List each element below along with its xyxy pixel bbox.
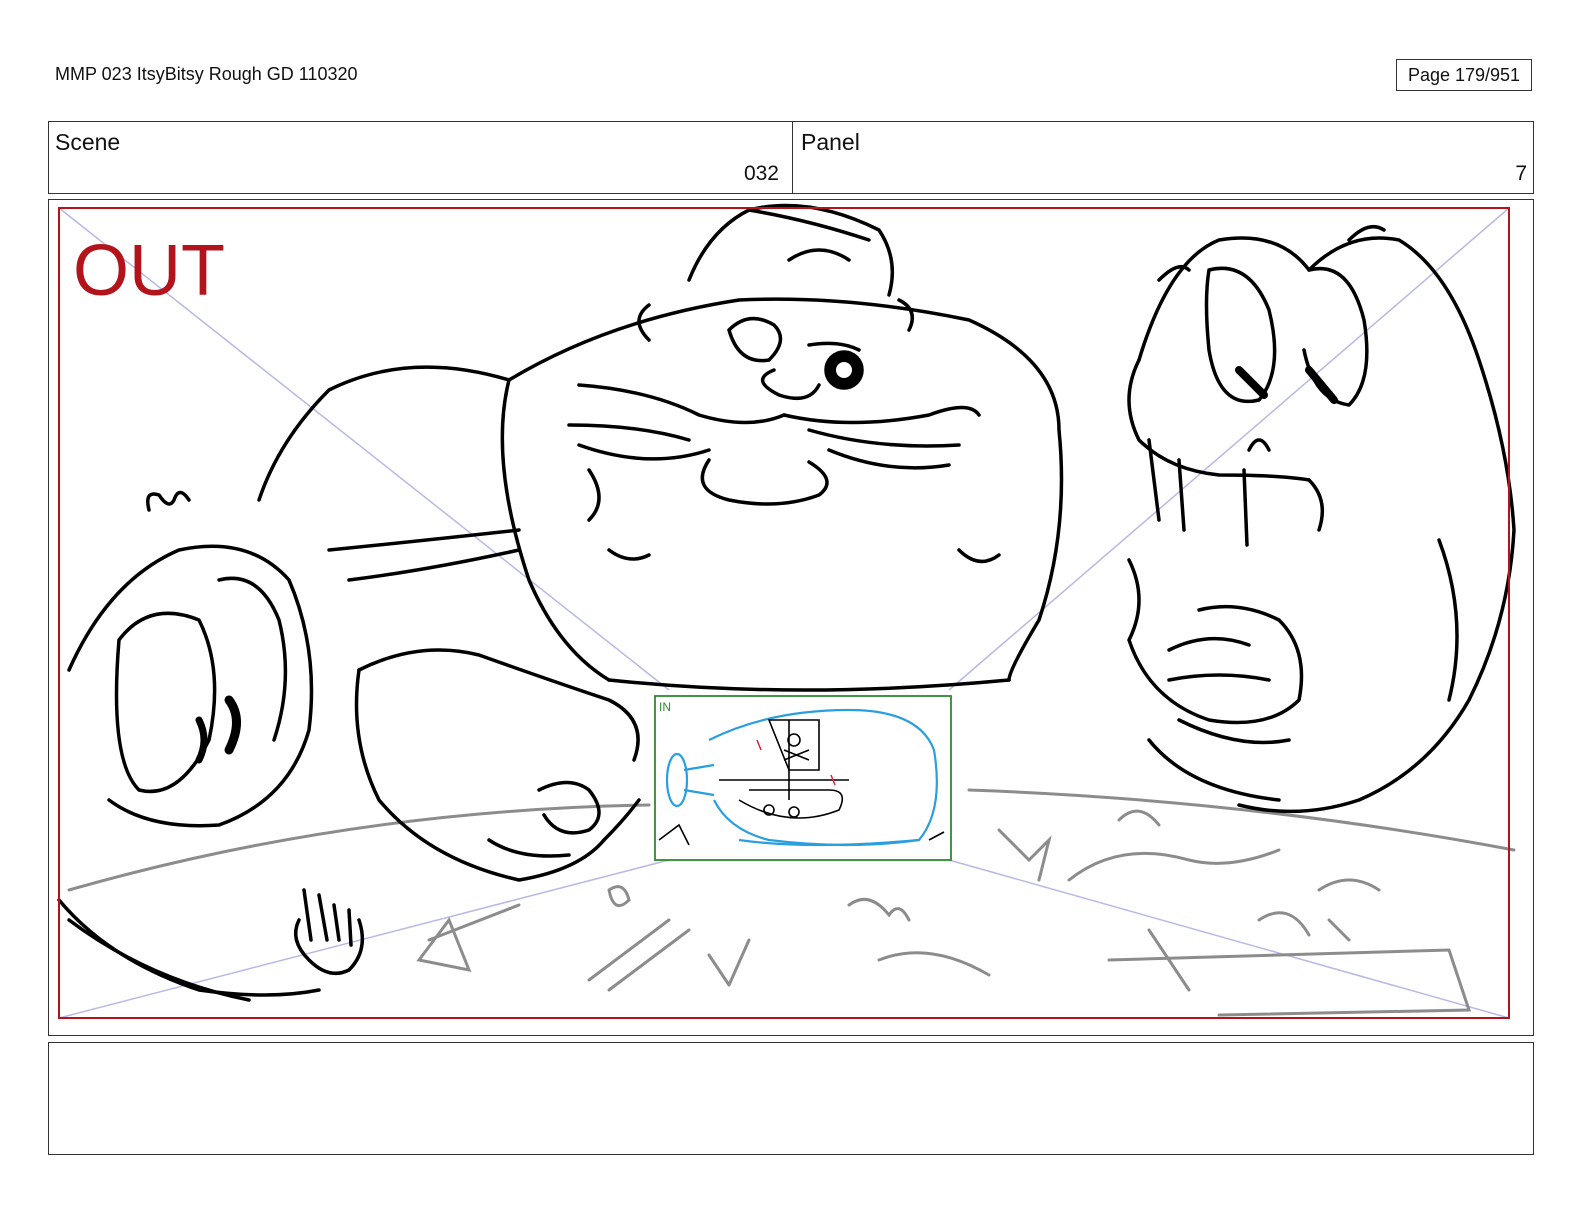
out-label: OUT <box>73 231 225 311</box>
document-title: MMP 023 ItsyBitsy Rough GD 110320 <box>55 64 358 84</box>
in-frame-group: IN <box>654 695 952 861</box>
panel-notes-box <box>48 1042 1534 1155</box>
storyboard-panel: OUT IN <box>48 199 1534 1036</box>
character-sketch <box>57 203 1516 1002</box>
panel-label: Panel <box>801 129 860 155</box>
header-divider <box>792 122 793 193</box>
in-label: IN <box>659 700 671 714</box>
storyboard-drawing: OUT IN <box>57 203 1516 1019</box>
scene-number: 032 <box>743 162 779 185</box>
page-number-box: Page 179/951 <box>1396 59 1532 91</box>
scene-panel-header: Scene 032 Panel 7 <box>48 121 1534 194</box>
scene-label: Scene <box>55 129 121 155</box>
panel-number: 7 <box>1515 162 1527 185</box>
